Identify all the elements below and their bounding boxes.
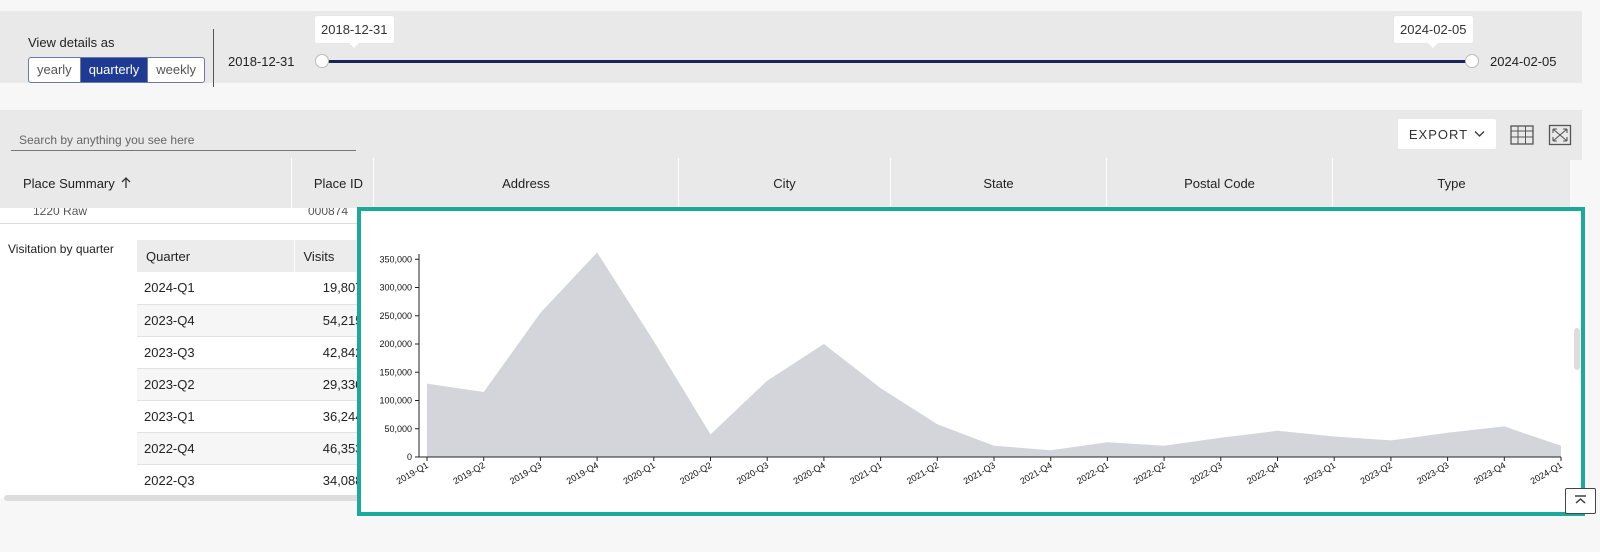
table-toolbar: EXPORT [0,110,1582,160]
y-tick-label: 50,000 [384,424,412,434]
place-id-cell: 000874 [308,208,349,218]
table-header: Place Summary Place ID Address City Stat… [0,158,1570,208]
view-details-label: View details as [28,35,115,50]
range-start-handle[interactable] [315,54,329,68]
visitation-label: Visitation by quarter [8,242,114,256]
column-header-place-summary[interactable]: Place Summary [0,158,292,208]
place-summary-cell: 1220 Raw [33,208,88,218]
export-button[interactable]: EXPORT [1398,119,1496,149]
x-tick-label: 2019-Q3 [508,460,543,486]
x-tick-label: 2019-Q1 [395,460,430,486]
table-row: 2023-Q4 54,215 [137,304,360,337]
column-header-city[interactable]: City [679,158,891,208]
x-tick-label: 2021-Q3 [962,460,997,486]
collapse-button[interactable] [1565,488,1596,514]
x-tick-label: 2022-Q2 [1132,460,1167,486]
x-tick-label: 2021-Q4 [1018,460,1053,486]
quarter-header[interactable]: Quarter [137,240,295,272]
date-filter-panel: View details as yearly quarterly weekly [0,11,1582,87]
visits-cell: 19,807 [294,272,360,305]
visits-cell: 42,842 [294,336,360,369]
x-tick-label: 2020-Q3 [735,460,770,486]
x-tick-label: 2022-Q1 [1075,460,1110,486]
column-header-postal-code[interactable]: Postal Code [1107,158,1333,208]
x-tick-label: 2023-Q4 [1472,460,1507,486]
x-tick-label: 2019-Q2 [451,460,486,486]
table-view-icon[interactable] [1510,124,1534,146]
x-tick-label: 2022-Q3 [1188,460,1223,486]
y-tick-label: 250,000 [379,311,412,321]
visitation-chart-panel: 0 50,000 100,000 150,000 200,000 250,000 300,0… [357,207,1585,516]
range-end-handle[interactable] [1465,54,1479,68]
range-start-label: 2018-12-31 [228,54,295,69]
granularity-quarterly[interactable]: quarterly [79,58,148,82]
y-tick-label: 300,000 [379,283,412,293]
column-label: Place Summary [23,175,115,191]
visits-header[interactable]: Visits [294,240,360,272]
x-tick-label: 2020-Q4 [792,460,827,486]
search-input[interactable] [11,129,356,151]
quarter-cell: 2024-Q1 [137,272,294,305]
table-row: 2022-Q3 34,088 [137,464,360,497]
table-row: 2023-Q2 29,330 [137,368,360,401]
x-tick-label: 2020-Q1 [621,460,656,486]
column-header-state[interactable]: State [891,158,1107,208]
x-tick-label: 2023-Q1 [1302,460,1337,486]
visits-cell: 36,244 [294,400,360,433]
x-tick-label: 2021-Q1 [848,460,883,486]
x-tick-label: 2022-Q4 [1245,460,1280,486]
quarter-cell: 2023-Q2 [137,368,294,401]
y-tick-label: 0 [407,452,412,462]
x-tick-label: 2021-Q2 [905,460,940,486]
granularity-yearly[interactable]: yearly [29,58,80,82]
range-end-tooltip: 2024-02-05 [1394,16,1473,48]
visitation-table: Quarter Visits 2024-Q1 19,807 2023-Q4 54,2… [137,240,360,497]
chevron-down-icon [1474,131,1485,137]
column-header-type[interactable]: Type [1333,158,1570,208]
table-row: 2024-Q1 19,807 [137,272,360,305]
quarter-cell: 2022-Q3 [137,464,294,497]
table-row: 2023-Q1 36,244 [137,400,360,433]
date-range-track[interactable] [322,60,1474,63]
column-header-place-id[interactable]: Place ID [292,158,374,208]
visitation-area-chart: 0 50,000 100,000 150,000 200,000 250,000 300,0… [379,252,1564,486]
table-row: 2022-Q4 46,353 [137,432,360,465]
y-tick-label: 350,000 [379,254,412,264]
y-tick-label: 200,000 [379,339,412,349]
visits-cell: 29,330 [294,368,360,401]
y-tick-label: 100,000 [379,396,412,406]
column-header-address[interactable]: Address [374,158,679,208]
table-row: 2023-Q3 42,842 [137,336,360,369]
y-tick-label: 150,000 [379,367,412,377]
x-tick-label: 2024-Q1 [1529,460,1564,486]
visits-cell: 46,353 [294,432,360,465]
quarter-cell: 2023-Q1 [137,400,294,433]
sort-ascending-icon [121,177,131,188]
fullscreen-icon[interactable] [1548,124,1572,146]
divider [213,29,214,87]
range-end-label: 2024-02-05 [1490,54,1557,69]
export-label: EXPORT [1408,126,1469,142]
x-tick-label: 2019-Q4 [565,460,600,486]
quarter-cell: 2023-Q3 [137,336,294,369]
granularity-weekly[interactable]: weekly [147,58,204,82]
visits-cell: 54,215 [294,304,360,337]
x-tick-label: 2023-Q3 [1415,460,1450,486]
quarter-cell: 2023-Q4 [137,304,294,337]
collapse-icon [1575,495,1586,504]
granularity-toggle[interactable]: yearly quarterly weekly [28,57,206,83]
x-tick-label: 2023-Q2 [1359,460,1394,486]
quarter-cell: 2022-Q4 [137,432,294,465]
range-start-tooltip: 2018-12-31 [315,16,394,48]
visits-cell: 34,088 [294,464,360,497]
visitation-detail: Visitation by quarter Quarter Visits 202… [0,224,360,498]
visits-area [427,252,1561,457]
vertical-scrollbar[interactable] [1574,328,1580,370]
x-tick-label: 2020-Q2 [678,460,713,486]
